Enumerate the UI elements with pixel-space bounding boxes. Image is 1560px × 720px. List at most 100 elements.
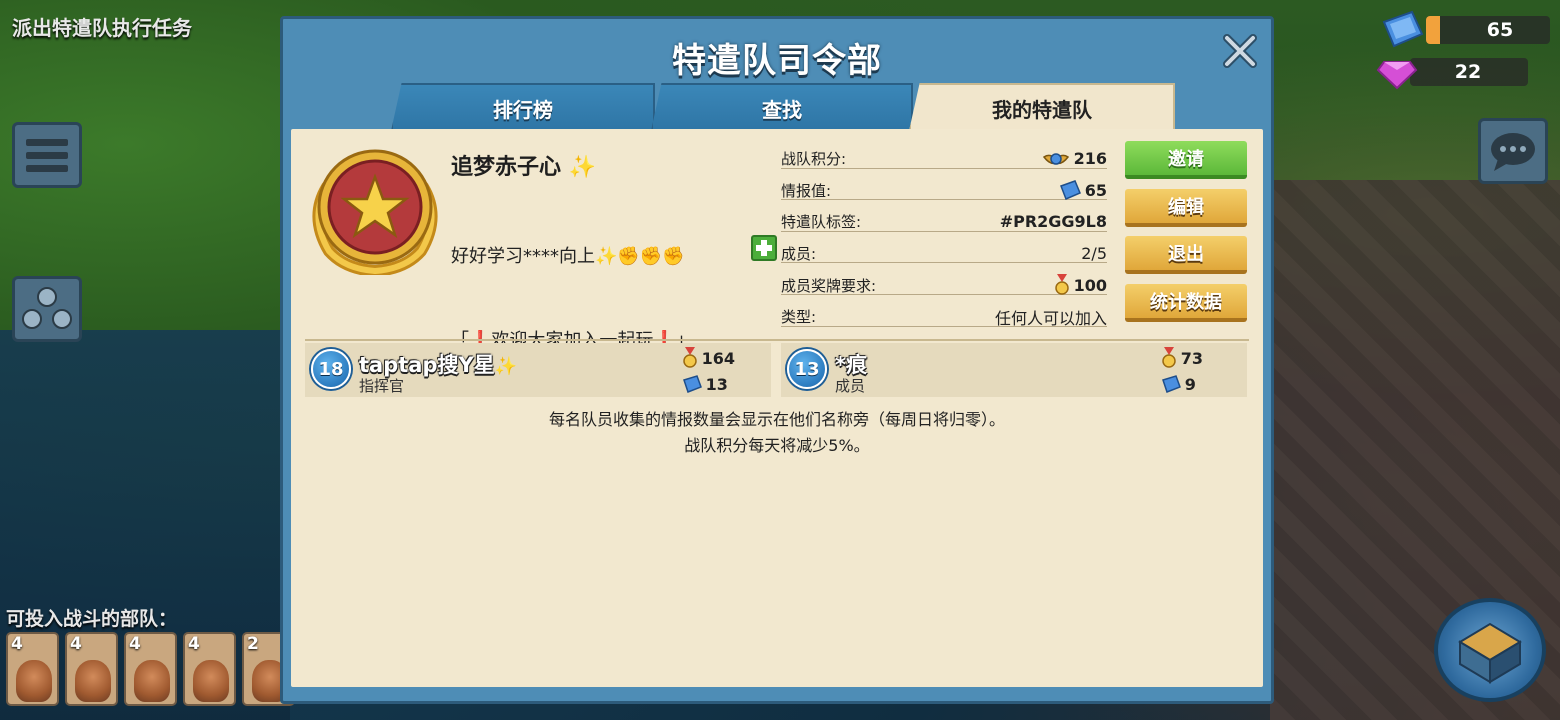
fist-icon: ✊✊✊ (617, 246, 685, 267)
troop-card[interactable]: 4 (6, 632, 59, 706)
intel-icon (682, 375, 702, 393)
row-divider (781, 262, 1107, 264)
info-line-2: 战队积分每天将减少5%。 (684, 436, 870, 455)
stat-value: #PR2GG9L8 (999, 212, 1107, 232)
building-icon (1458, 622, 1522, 684)
member-name-text: taptap搜Y星 (359, 353, 495, 377)
description-line-1: 好好学习****向上 (451, 246, 595, 267)
troop-card[interactable]: 4 (124, 632, 177, 706)
troop-list: 4 4 4 4 2 (6, 632, 295, 706)
stat-intel: 情报值: 65 (781, 175, 1107, 207)
stat-label: 特遣队标签: (781, 213, 862, 232)
medal-icon (1054, 274, 1069, 295)
statistics-button[interactable]: 统计数据 (1125, 284, 1247, 322)
intel-progress-fill (1426, 16, 1440, 44)
medal-requirement-value: 100 (1073, 275, 1107, 295)
taskforce-hq-dialog: 特遣队司令部 排行榜 查找 我的特遣队 追梦赤子心 ✨ 好好学习****向上✨✊… (280, 16, 1274, 704)
headquarters-button[interactable] (1434, 598, 1546, 702)
member-medals: 164 (682, 345, 735, 371)
intel-amount: 65 (1486, 19, 1514, 41)
member-medals-value: 164 (701, 348, 735, 368)
close-icon (1223, 34, 1257, 68)
intel-value: 65 (1084, 180, 1107, 200)
stat-label: 战队积分: (781, 150, 847, 169)
stat-type: 类型: 任何人可以加入 (781, 301, 1107, 333)
stat-value: 2/5 (1081, 244, 1107, 264)
taskforce-button[interactable] (12, 276, 82, 342)
taskforce-name: 追梦赤子心 ✨ (451, 149, 596, 181)
member-stats: 164 13 (682, 345, 735, 397)
stat-members: 成员: 2/5 (781, 238, 1107, 270)
troop-count: 4 (70, 634, 82, 654)
menu-button[interactable] (12, 122, 82, 188)
add-member-button[interactable] (751, 235, 777, 261)
chat-bubble-icon (1491, 133, 1535, 171)
section-divider (305, 339, 1249, 341)
intel-resource-bar: 65 (1426, 16, 1550, 44)
close-button[interactable] (1218, 29, 1262, 73)
chat-button[interactable] (1478, 118, 1548, 184)
troop-count: 4 (129, 634, 141, 654)
sparkle-icon: ✨ (568, 155, 597, 180)
diamond-amount: 22 (1454, 61, 1482, 83)
member-intel-value: 13 (705, 374, 728, 394)
taskforce-panel: 追梦赤子心 ✨ 好好学习****向上✨✊✊✊ 「❗欢迎大家加入一起玩❗」 战队积… (291, 129, 1263, 687)
stat-value: 65 (1059, 180, 1107, 201)
medal-icon (682, 347, 697, 368)
rifleman-icon (134, 660, 170, 702)
info-footer: 每名队员收集的情报数量会显示在他们名称旁（每周日将归零）。 战队积分每天将减少5… (291, 407, 1263, 459)
rifleman-icon (75, 660, 111, 702)
plus-icon (756, 240, 772, 256)
troop-card[interactable]: 4 (65, 632, 118, 706)
stat-value: 100 (1054, 274, 1107, 296)
stat-value: 任何人可以加入 (994, 308, 1107, 328)
member-medals: 73 (1161, 345, 1203, 371)
member-level-badge: 18 (311, 349, 351, 389)
tab-search[interactable]: 查找 (651, 83, 913, 131)
intel-icon (1161, 375, 1181, 393)
member-row[interactable]: 13 *痕 成员 73 9 (781, 343, 1247, 397)
rifleman-icon (193, 660, 229, 702)
leave-button[interactable]: 退出 (1125, 236, 1247, 274)
stat-tag: 特遣队标签: #PR2GG9L8 (781, 206, 1107, 238)
member-role: 指挥官 (359, 377, 405, 395)
info-line-1: 每名队员收集的情报数量会显示在他们名称旁（每周日将归零）。 (548, 410, 1005, 429)
sparkle-icon: ✨ (494, 356, 518, 377)
tab-leaderboard[interactable]: 排行榜 (391, 83, 655, 131)
sparkle-icon: ✨ (595, 246, 618, 267)
stat-medal-requirement: 成员奖牌要求: 100 (781, 269, 1107, 301)
member-level-badge: 13 (787, 349, 827, 389)
group-icon (22, 287, 72, 329)
taskforce-emblem-icon (312, 149, 438, 275)
member-intel-value: 9 (1184, 374, 1196, 394)
deploy-troops-label: 可投入战斗的部队： (6, 608, 178, 630)
member-intel: 9 (1161, 371, 1203, 397)
member-row[interactable]: 18 taptap搜Y星✨ 指挥官 164 13 (305, 343, 771, 397)
edit-button[interactable]: 编辑 (1125, 189, 1247, 227)
rifleman-icon (16, 660, 52, 702)
tab-my-taskforce[interactable]: 我的特遣队 (909, 83, 1175, 131)
member-medals-value: 73 (1180, 348, 1203, 368)
intel-icon (1382, 10, 1424, 48)
dialog-title: 特遣队司令部 (672, 41, 882, 81)
taskforce-stats: 战队积分: 216 情报值: 65 特遣队标签: #PR2GG9L8 成员: 2… (781, 143, 1107, 333)
stat-score: 战队积分: 216 (781, 143, 1107, 175)
mission-text: 派出特遣队执行任务 (12, 16, 192, 40)
hamburger-icon (26, 139, 68, 172)
stat-label: 成员: (781, 245, 817, 264)
diamond-resource-bar: 22 (1410, 58, 1528, 86)
member-stats: 73 9 (1161, 345, 1203, 397)
intel-icon (1059, 180, 1081, 201)
wings-badge-icon (1042, 153, 1069, 165)
troop-count: 2 (247, 634, 259, 654)
member-role: 成员 (835, 377, 866, 395)
stat-label: 情报值: (781, 181, 832, 200)
stat-label: 类型: (781, 308, 817, 327)
score-value: 216 (1073, 149, 1107, 169)
stat-label: 成员奖牌要求: (781, 276, 877, 295)
taskforce-name-text: 追梦赤子心 (451, 155, 562, 180)
troop-count: 4 (11, 634, 23, 654)
invite-button[interactable]: 邀请 (1125, 141, 1247, 179)
diamond-icon (1376, 61, 1418, 90)
troop-card[interactable]: 4 (183, 632, 236, 706)
